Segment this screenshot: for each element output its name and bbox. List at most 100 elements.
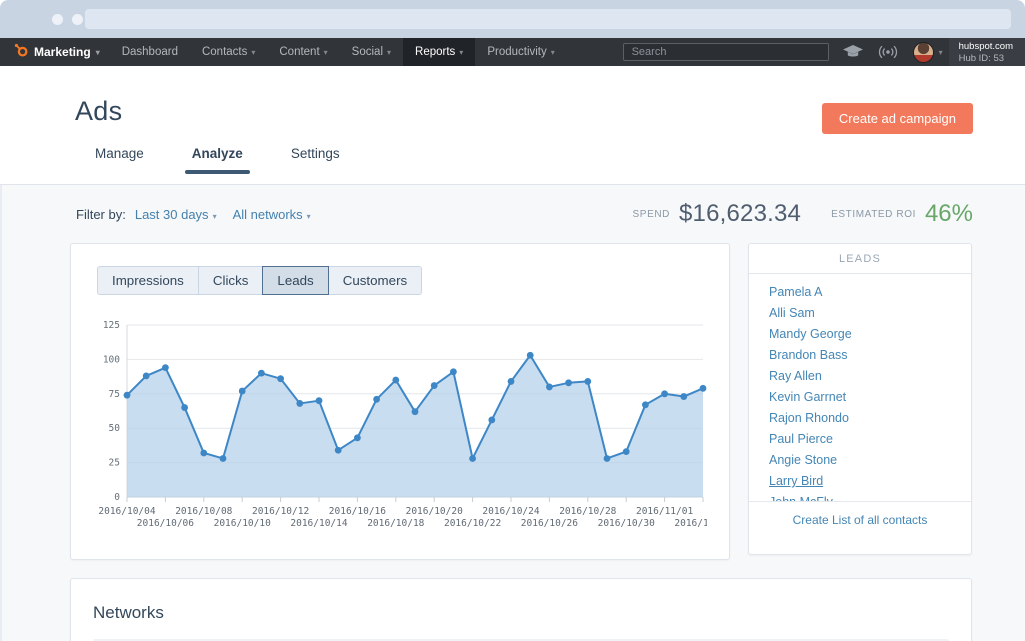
svg-text:2016/10/22: 2016/10/22 [444, 518, 501, 529]
nav-item-label: Contacts [202, 46, 247, 58]
nav-item-contacts[interactable]: Contacts ▾ [190, 38, 267, 66]
lead-contact-link[interactable]: John McFly [769, 491, 971, 501]
lead-contact-link[interactable]: Brandon Bass [769, 344, 971, 365]
nav-brand-label: Marketing [34, 45, 91, 59]
svg-text:2016/11/03: 2016/11/03 [674, 518, 707, 529]
chevron-down-icon: ▾ [459, 48, 463, 57]
account-domain: hubspot.com [959, 41, 1013, 53]
nav-menu: DashboardContacts▾Content▾Social▾Reports… [110, 38, 567, 66]
top-nav: Marketing ▾ DashboardContacts▾Content▾So… [0, 38, 1025, 66]
lead-contact-link[interactable]: Larry Bird [769, 470, 971, 491]
app-window: Marketing ▾ DashboardContacts▾Content▾So… [0, 0, 1025, 641]
main-columns: ImpressionsClicksLeadsCustomers 0 25 50 75 1… [70, 243, 973, 560]
academy-graduation-cap-icon[interactable] [843, 45, 863, 59]
svg-text:0: 0 [114, 492, 120, 503]
metric-toggle-group: ImpressionsClicksLeadsCustomers [97, 266, 422, 295]
browser-titlebar [0, 0, 1025, 38]
user-avatar[interactable] [913, 42, 934, 63]
search-input[interactable] [623, 43, 829, 61]
chevron-down-icon[interactable]: ▾ [939, 48, 943, 57]
svg-text:2016/10/26: 2016/10/26 [521, 518, 578, 529]
tab-analyze[interactable]: Analyze [192, 146, 243, 174]
nav-item-dashboard[interactable]: Dashboard [110, 38, 190, 66]
svg-text:75: 75 [109, 389, 120, 400]
nav-item-productivity[interactable]: Productivity ▾ [475, 38, 566, 66]
create-ad-campaign-button[interactable]: Create ad campaign [822, 103, 973, 134]
networks-card: Networks [70, 578, 972, 641]
chart-svg: 02550751001252016/10/042016/10/062016/10… [97, 317, 707, 530]
svg-text:50: 50 [109, 423, 121, 434]
svg-text:2016/10/10: 2016/10/10 [214, 518, 271, 529]
account-hub-id: Hub ID: 53 [959, 53, 1013, 65]
lead-contact-link[interactable]: Alli Sam [769, 302, 971, 323]
spend-value: $16,623.34 [679, 200, 801, 228]
filter-by-label: Filter by: [76, 207, 126, 222]
chevron-down-icon: ▾ [387, 48, 391, 57]
spend-label: SPEND [633, 209, 670, 220]
lead-contact-link[interactable]: Angie Stone [769, 449, 971, 470]
toggle-clicks[interactable]: Clicks [198, 266, 264, 295]
chevron-down-icon: ▾ [551, 48, 555, 57]
svg-text:2016/10/08: 2016/10/08 [175, 506, 232, 517]
nav-brand[interactable]: Marketing ▾ [0, 38, 110, 66]
svg-text:2016/11/01: 2016/11/01 [636, 506, 693, 517]
nav-item-label: Reports [415, 46, 455, 58]
toggle-leads[interactable]: Leads [262, 266, 328, 295]
tab-manage[interactable]: Manage [95, 146, 144, 174]
nav-item-content[interactable]: Content▾ [267, 38, 339, 66]
leads-panel-footer: Create List of all contacts [749, 501, 971, 554]
date-range-dropdown[interactable]: Last 30 days▾ [135, 207, 217, 222]
chevron-down-icon: ▾ [307, 212, 311, 221]
chevron-down-icon: ▾ [96, 48, 100, 57]
create-list-link[interactable]: Create List of all contacts [793, 513, 928, 527]
browser-address-bar[interactable] [85, 9, 1011, 29]
networks-title: Networks [93, 603, 949, 623]
leads-area-chart: 02550751001252016/10/042016/10/062016/10… [97, 317, 705, 535]
leads-panel: LEADS Pamela AAlli SamMandy GeorgeBrando… [748, 243, 972, 555]
toggle-customers[interactable]: Customers [328, 266, 422, 295]
chevron-down-icon: ▾ [251, 48, 255, 57]
summary-stats: SPEND $16,623.34 ESTIMATED ROI 46% [633, 200, 973, 228]
svg-text:2016/10/18: 2016/10/18 [367, 518, 424, 529]
filter-row: Filter by: Last 30 days▾ All networks▾ S… [70, 185, 973, 243]
lead-contact-link[interactable]: Ray Allen [769, 365, 971, 386]
svg-text:2016/10/12: 2016/10/12 [252, 506, 309, 517]
broadcast-signal-icon[interactable] [877, 45, 899, 59]
svg-text:2016/10/24: 2016/10/24 [482, 506, 539, 517]
svg-text:25: 25 [109, 458, 120, 469]
account-info[interactable]: hubspot.com Hub ID: 53 [949, 38, 1025, 66]
lead-contact-link[interactable]: Pamela A [769, 281, 971, 302]
nav-item-social[interactable]: Social ▾ [340, 38, 403, 66]
svg-text:2016/10/28: 2016/10/28 [559, 506, 616, 517]
lead-contact-link[interactable]: Mandy George [769, 323, 971, 344]
svg-text:2016/10/16: 2016/10/16 [329, 506, 386, 517]
window-minimize-button[interactable] [72, 14, 83, 25]
chevron-down-icon: ▾ [213, 212, 217, 221]
leads-list: Pamela AAlli SamMandy GeorgeBrandon Bass… [749, 274, 971, 501]
nav-item-reports[interactable]: Reports ▾ [403, 38, 475, 66]
svg-text:2016/10/30: 2016/10/30 [598, 518, 655, 529]
nav-item-label: Social [352, 46, 383, 58]
svg-text:100: 100 [103, 354, 120, 365]
lead-contact-link[interactable]: Rajon Rhondo [769, 407, 971, 428]
nav-item-label: Content [279, 46, 319, 58]
roi-label: ESTIMATED ROI [831, 209, 916, 220]
lead-contact-link[interactable]: Kevin Garrnet [769, 386, 971, 407]
svg-text:2016/10/14: 2016/10/14 [290, 518, 347, 529]
hubspot-sprocket-icon [14, 43, 29, 61]
tab-settings[interactable]: Settings [291, 146, 340, 174]
network-dropdown[interactable]: All networks▾ [233, 207, 311, 222]
nav-item-label: Dashboard [122, 46, 178, 58]
nav-item-label: Productivity [487, 46, 546, 58]
roi-value: 46% [925, 200, 973, 228]
svg-text:125: 125 [103, 320, 120, 331]
page-header: Ads Create ad campaign ManageAnalyzeSett… [0, 66, 1025, 185]
page-content: Filter by: Last 30 days▾ All networks▾ S… [0, 185, 1025, 641]
toggle-impressions[interactable]: Impressions [97, 266, 199, 295]
window-close-button[interactable] [52, 14, 63, 25]
svg-text:2016/10/20: 2016/10/20 [406, 506, 463, 517]
tab-bar: Manage Analyze Settings [75, 146, 1025, 174]
lead-contact-link[interactable]: Paul Pierce [769, 428, 971, 449]
svg-text:2016/10/04: 2016/10/04 [98, 506, 155, 517]
leads-panel-title: LEADS [749, 244, 971, 274]
